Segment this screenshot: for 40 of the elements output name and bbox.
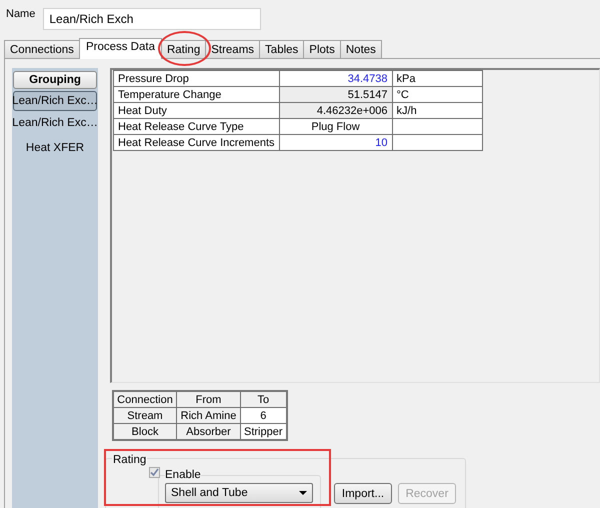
- table-cell: Stream: [113, 408, 176, 424]
- action-button[interactable]: Import...: [334, 483, 392, 504]
- name-field[interactable]: Lean/Rich Exch: [43, 8, 262, 30]
- tab[interactable]: Connections: [4, 40, 80, 58]
- tab[interactable]: Streams: [205, 40, 260, 58]
- tab[interactable]: Notes: [340, 40, 382, 58]
- table-cell: Stripper: [240, 424, 287, 440]
- table-cell: Block: [113, 424, 176, 440]
- value-cell[interactable]: Plug Flow: [279, 118, 392, 134]
- column-header: Connection: [113, 391, 176, 408]
- column-header: From: [176, 391, 240, 408]
- value-cell[interactable]: 34.4738: [279, 70, 392, 86]
- value-cell[interactable]: 51.5147: [279, 86, 392, 102]
- unit-cell: kJ/h: [392, 102, 482, 118]
- tab[interactable]: Tables: [259, 40, 304, 58]
- column-header: To: [240, 391, 287, 408]
- property-label: Heat Release Curve Type: [114, 118, 280, 134]
- checkbox-label: Enable: [165, 469, 201, 482]
- tab[interactable]: Rating: [160, 40, 206, 58]
- table-cell: Absorber: [176, 424, 240, 440]
- tab[interactable]: Process Data: [78, 38, 162, 59]
- sidebar-item[interactable]: Heat XFER: [13, 138, 97, 158]
- tab[interactable]: Plots: [303, 40, 341, 58]
- table-cell: 6: [240, 408, 287, 424]
- dropdown-caret-icon: [299, 491, 307, 496]
- property-label: Heat Duty: [114, 102, 280, 118]
- property-label: Heat Release Curve Increments: [114, 134, 280, 150]
- group-title: Rating: [112, 454, 148, 466]
- name-label: Name: [6, 8, 36, 20]
- method-dropdown[interactable]: Shell and Tube: [165, 483, 313, 504]
- table-cell: Rich Amine: [176, 408, 240, 424]
- grouping-button[interactable]: Grouping: [13, 71, 97, 89]
- sidebar-item[interactable]: Lean/Rich Exc…: [13, 91, 97, 111]
- unit-cell: kPa: [392, 70, 482, 86]
- value-cell[interactable]: 4.46232e+006: [279, 102, 392, 118]
- value-cell[interactable]: 10: [279, 134, 392, 150]
- unit-cell: °C: [392, 86, 482, 102]
- property-label: Temperature Change: [114, 86, 280, 102]
- property-label: Pressure Drop: [114, 70, 280, 86]
- sidebar-item[interactable]: Lean/Rich Exc…: [13, 113, 97, 133]
